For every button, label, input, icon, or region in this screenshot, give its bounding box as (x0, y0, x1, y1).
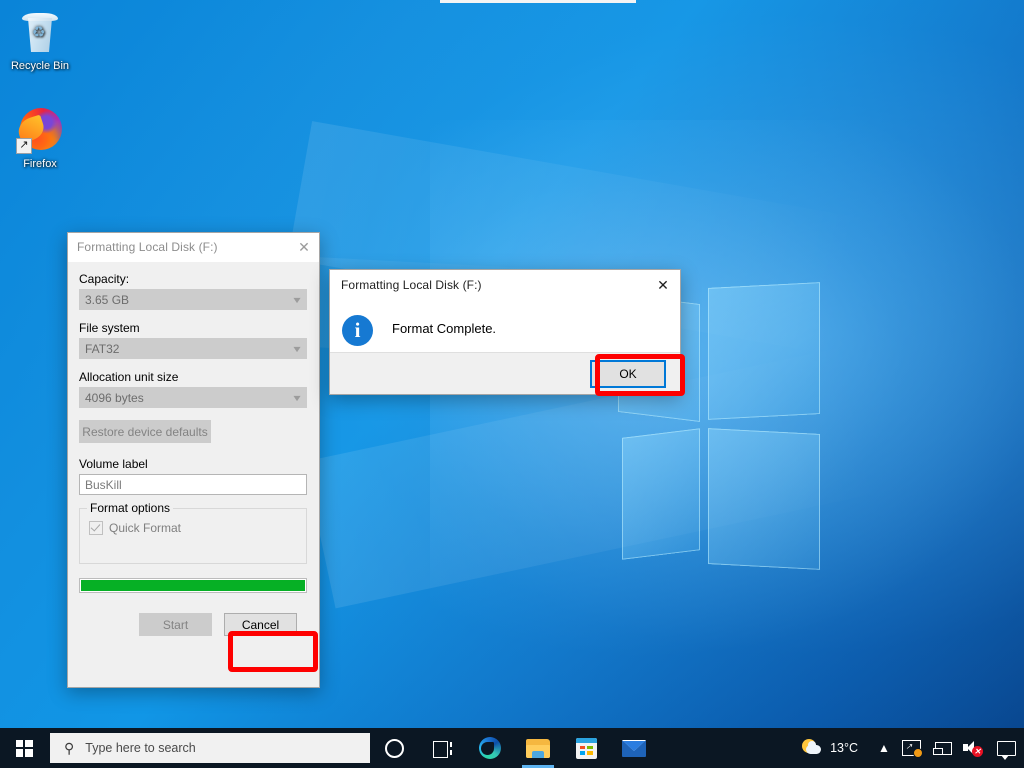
info-icon: i (342, 315, 373, 346)
quick-format-label: Quick Format (109, 521, 182, 535)
action-center-icon (996, 740, 1016, 760)
search-input[interactable]: ⚲ Type here to search (50, 733, 370, 763)
checkmark-icon (89, 521, 103, 535)
format-complete-dialog[interactable]: Formatting Local Disk (F:) ✕ i Format Co… (329, 269, 681, 395)
restore-device-defaults-button[interactable]: Restore device defaults (79, 420, 211, 443)
close-icon[interactable]: ✕ (289, 234, 319, 261)
network-warning-icon: ↗ (901, 740, 923, 758)
edge-button[interactable] (466, 728, 514, 768)
action-center-button[interactable] (988, 728, 1024, 768)
firefox-icon: ↗ (15, 106, 64, 154)
file-system-value: FAT32 (85, 341, 120, 356)
file-explorer-button[interactable] (514, 728, 562, 768)
desktop-icon-label: Firefox (23, 158, 57, 170)
capacity-combobox[interactable]: 3.65 GB ▼ (79, 289, 307, 310)
circle-icon (384, 738, 404, 758)
cancel-button[interactable]: Cancel (224, 613, 297, 636)
start-button[interactable]: Start (139, 613, 212, 636)
volume-label-label: Volume label (79, 457, 148, 471)
cortana-button[interactable] (370, 728, 418, 768)
edge-icon (479, 737, 501, 759)
file-system-label: File system (79, 321, 140, 335)
message-box-titlebar[interactable]: Formatting Local Disk (F:) ✕ (330, 270, 680, 301)
recycle-bin-icon: ♻ (16, 8, 64, 56)
task-view-icon (432, 740, 452, 758)
quick-format-checkbox[interactable]: Quick Format (89, 521, 306, 535)
format-dialog-titlebar[interactable]: Formatting Local Disk (F:) ✕ (68, 233, 319, 262)
display-icon (932, 741, 952, 755)
capacity-label: Capacity: (79, 272, 130, 286)
format-progress-bar (79, 578, 307, 593)
capacity-value: 3.65 GB (85, 292, 130, 307)
desktop-icon-label: Recycle Bin (10, 60, 70, 72)
desktop-screen: ♻ Recycle Bin ↗ Firefox Formatting Local… (0, 0, 1024, 768)
chevron-up-icon: ▲ (878, 741, 890, 755)
volume-button[interactable]: ✕ (956, 728, 988, 768)
folder-icon (526, 738, 550, 758)
network-button[interactable]: ↗ (896, 728, 926, 768)
allocation-unit-combobox[interactable]: 4096 bytes ▼ (79, 387, 307, 408)
offscreen-window-edge (440, 0, 636, 3)
chevron-down-icon: ▼ (290, 392, 304, 403)
format-dialog[interactable]: Formatting Local Disk (F:) ✕ Capacity: 3… (67, 232, 320, 688)
message-box-text: Format Complete. (392, 321, 497, 336)
desktop-icon-firefox[interactable]: ↗ Firefox (0, 106, 80, 171)
weather-widget[interactable]: 13°C (802, 738, 858, 758)
message-box-footer: OK (330, 352, 680, 394)
volume-label-input[interactable]: BusKill (79, 474, 307, 495)
volume-muted-icon: ✕ (963, 741, 983, 757)
weather-temperature: 13°C (830, 741, 858, 755)
format-options-label: Format options (87, 501, 174, 515)
chevron-down-icon: ▼ (290, 343, 304, 354)
format-dialog-body: Capacity: 3.65 GB ▼ File system FAT32 ▼ … (68, 262, 319, 636)
start-button-taskbar[interactable] (0, 728, 48, 768)
allocation-unit-value: 4096 bytes (85, 390, 144, 405)
shortcut-arrow-icon: ↗ (16, 138, 32, 154)
ok-button[interactable]: OK (590, 359, 666, 388)
format-dialog-buttons: Start Cancel (79, 613, 308, 636)
close-icon[interactable]: ✕ (646, 272, 680, 299)
message-box-title: Formatting Local Disk (F:) (341, 278, 482, 292)
desktop-icon-recycle-bin[interactable]: ♻ Recycle Bin (0, 8, 80, 73)
chevron-down-icon: ▼ (290, 294, 304, 305)
show-hidden-icons-button[interactable]: ▲ (872, 728, 896, 768)
mail-button[interactable] (610, 728, 658, 768)
format-progress-fill (81, 580, 305, 591)
task-view-button[interactable] (418, 728, 466, 768)
volume-label-value: BusKill (85, 477, 122, 492)
file-system-combobox[interactable]: FAT32 ▼ (79, 338, 307, 359)
allocation-unit-label: Allocation unit size (79, 370, 179, 384)
taskbar: ⚲ Type here to search 13°C ▲ ↗ ✕ (0, 728, 1024, 768)
sun-cloud-icon (802, 738, 822, 758)
format-dialog-title: Formatting Local Disk (F:) (77, 240, 218, 254)
search-placeholder: Type here to search (85, 741, 196, 755)
store-icon (575, 737, 597, 759)
microsoft-store-button[interactable] (562, 728, 610, 768)
format-options-group: Format options Quick Format (79, 501, 307, 564)
system-tray: 13°C ▲ ↗ ✕ (802, 728, 1024, 768)
search-icon: ⚲ (64, 740, 75, 756)
mail-icon (622, 739, 646, 757)
windows-logo-icon (15, 739, 33, 757)
display-button[interactable] (926, 728, 956, 768)
